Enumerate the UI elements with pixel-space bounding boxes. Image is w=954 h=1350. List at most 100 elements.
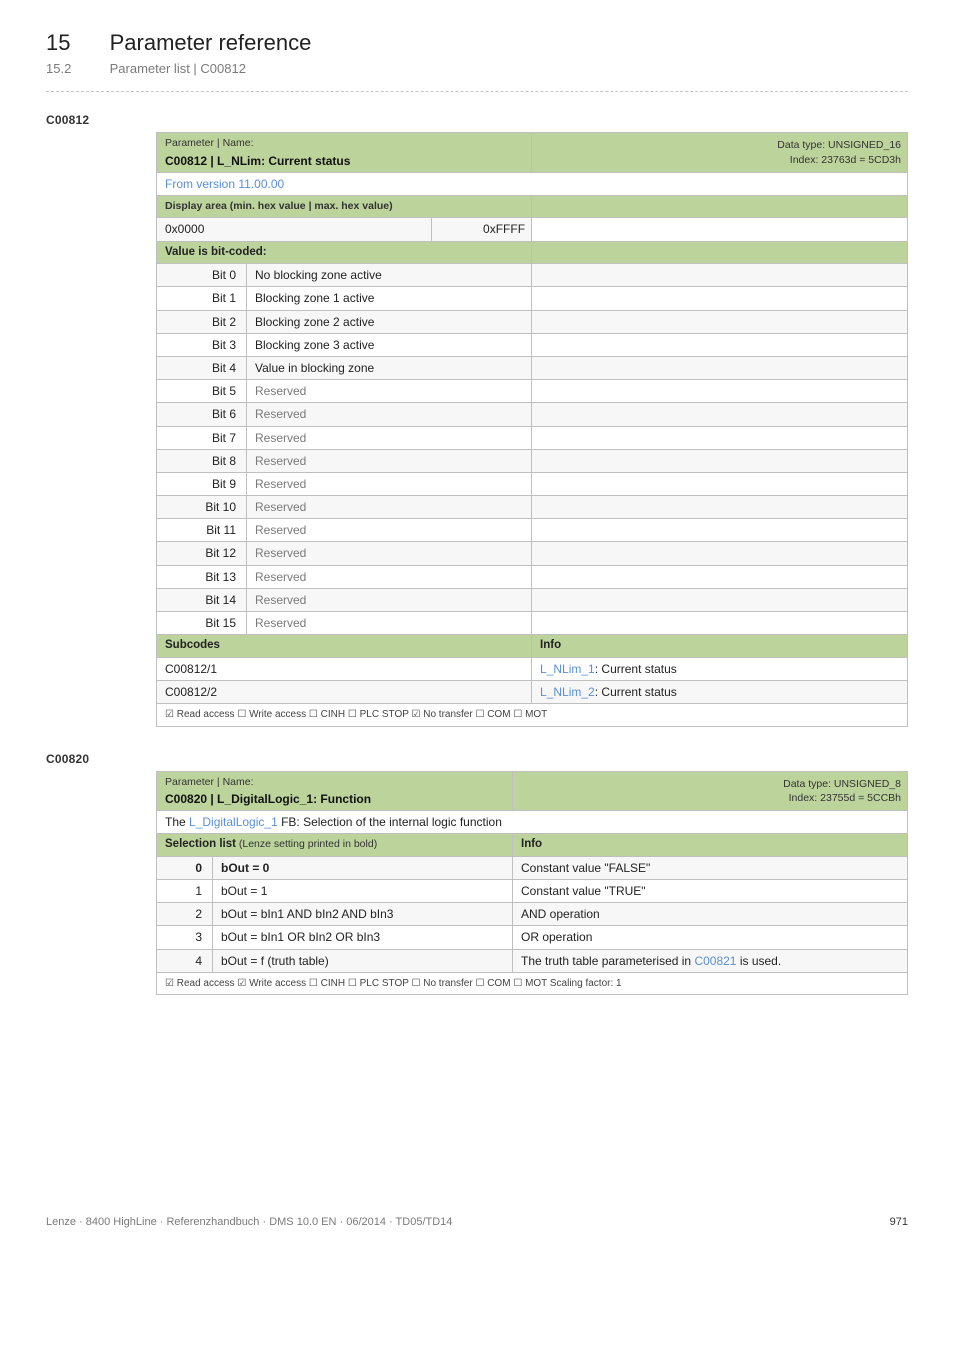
selection-info-text: Constant value "TRUE" [521, 884, 646, 898]
bit-empty [532, 356, 908, 379]
param-name-value: C00812 | L_NLim: Current status [165, 153, 525, 169]
chapter-title: Parameter reference [110, 30, 312, 55]
subcode-info: L_NLim_1: Current status [532, 657, 908, 680]
bit-empty [532, 588, 908, 611]
bit-empty [532, 287, 908, 310]
bit-empty [532, 264, 908, 287]
parameter-table-c00812: Parameter | Name: C00812 | L_NLim: Curre… [156, 132, 908, 726]
bit-empty [532, 426, 908, 449]
selection-info: Constant value "FALSE" [513, 856, 908, 879]
param-index: Index: 23755d = 5CCBh [521, 791, 901, 805]
selection-info-text: AND operation [521, 907, 600, 921]
bit-empty [532, 403, 908, 426]
footer-page: 971 [890, 1215, 908, 1230]
bit-number: Bit 6 [157, 403, 247, 426]
section-number: 15.2 [46, 60, 106, 78]
intro-post: FB: Selection of the internal logic func… [278, 815, 502, 829]
display-area-text: Display area (min. hex value | max. hex … [165, 200, 393, 212]
selection-number: 3 [157, 926, 213, 949]
selection-number: 1 [157, 880, 213, 903]
bit-number: Bit 13 [157, 565, 247, 588]
bit-number: Bit 3 [157, 333, 247, 356]
display-max: 0xFFFF [432, 218, 532, 241]
param-name-label: Parameter | Name: [165, 775, 506, 789]
chapter-number: 15 [46, 28, 106, 58]
bit-description: Blocking zone 1 active [247, 287, 532, 310]
display-min: 0x0000 [157, 218, 432, 241]
subcode-text: : Current status [595, 685, 677, 699]
bit-empty [532, 542, 908, 565]
subcode-link[interactable]: L_NLim_2 [540, 685, 595, 699]
bit-description: Value in blocking zone [247, 356, 532, 379]
chapter-heading: 15 Parameter reference [46, 28, 908, 58]
intro-pre: The [165, 815, 189, 829]
section-heading: 15.2 Parameter list | C00812 [46, 60, 908, 78]
access-checks: ☑ Read access ☑ Write access ☐ CINH ☐ PL… [157, 972, 908, 995]
access-checks: ☑ Read access ☐ Write access ☐ CINH ☐ PL… [157, 704, 908, 727]
selection-option: bOut = f (truth table) [213, 949, 513, 972]
bit-description: Blocking zone 2 active [247, 310, 532, 333]
selection-info-text: The truth table parameterised in [521, 954, 694, 968]
bit-empty [532, 612, 908, 635]
bit-empty [532, 380, 908, 403]
bitcoded-empty [532, 241, 908, 264]
bit-empty [532, 496, 908, 519]
bit-number: Bit 5 [157, 380, 247, 403]
bit-description: Reserved [247, 403, 532, 426]
display-area-label: Display area (min. hex value | max. hex … [157, 195, 532, 218]
subcode-text: : Current status [595, 662, 677, 676]
bit-number: Bit 0 [157, 264, 247, 287]
selection-info-text: Constant value "FALSE" [521, 861, 650, 875]
subcodes-label: Subcodes [157, 635, 532, 658]
selection-info-link[interactable]: C00821 [694, 954, 736, 968]
bit-description: Reserved [247, 380, 532, 403]
parameter-table-c00820: Parameter | Name: C00820 | L_DigitalLogi… [156, 771, 908, 996]
bit-number: Bit 2 [157, 310, 247, 333]
subcode-link[interactable]: L_NLim_1 [540, 662, 595, 676]
bit-number: Bit 4 [157, 356, 247, 379]
bit-description: Blocking zone 3 active [247, 333, 532, 356]
bit-empty [532, 519, 908, 542]
subcode: C00812/2 [157, 680, 532, 703]
bit-description: Reserved [247, 472, 532, 495]
param-name-value: C00820 | L_DigitalLogic_1: Function [165, 791, 506, 807]
selection-option: bOut = bIn1 OR bIn2 OR bIn3 [213, 926, 513, 949]
version-link[interactable]: From version 11.00.00 [165, 177, 284, 191]
selection-info: AND operation [513, 903, 908, 926]
bit-number: Bit 7 [157, 426, 247, 449]
subcode-info: L_NLim_2: Current status [532, 680, 908, 703]
bit-number: Bit 15 [157, 612, 247, 635]
param-index-cell: Data type: UNSIGNED_16 Index: 23763d = 5… [532, 133, 908, 172]
version-row: From version 11.00.00 [157, 172, 908, 195]
bit-number: Bit 1 [157, 287, 247, 310]
bit-description: Reserved [247, 426, 532, 449]
selection-option: bOut = 0 [213, 856, 513, 879]
param-index-cell: Data type: UNSIGNED_8 Index: 23755d = 5C… [513, 771, 908, 810]
bit-empty [532, 449, 908, 472]
intro-link[interactable]: L_DigitalLogic_1 [189, 815, 278, 829]
bit-description: Reserved [247, 449, 532, 472]
bit-description: Reserved [247, 612, 532, 635]
selection-list-label: Selection list (Lenze setting printed in… [157, 834, 513, 857]
footer: Lenze · 8400 HighLine · Referenzhandbuch… [46, 1215, 908, 1230]
selection-info-text2: is used. [736, 954, 781, 968]
selection-number: 4 [157, 949, 213, 972]
bit-number: Bit 14 [157, 588, 247, 611]
section-title: Parameter list | C00812 [110, 61, 246, 76]
bit-description: Reserved [247, 519, 532, 542]
selection-info: The truth table parameterised in C00821 … [513, 949, 908, 972]
selection-number: 2 [157, 903, 213, 926]
bit-number: Bit 8 [157, 449, 247, 472]
param-datatype: Data type: UNSIGNED_16 [540, 138, 901, 152]
display-empty [532, 218, 908, 241]
selection-number: 0 [157, 856, 213, 879]
param-datatype: Data type: UNSIGNED_8 [521, 777, 901, 791]
divider [46, 91, 908, 92]
param-name-label: Parameter | Name: [165, 136, 525, 150]
subcode: C00812/1 [157, 657, 532, 680]
param-code-heading: C00820 [46, 751, 908, 767]
bit-description: Reserved [247, 565, 532, 588]
bit-description: No blocking zone active [247, 264, 532, 287]
bit-empty [532, 472, 908, 495]
info-label: Info [513, 834, 908, 857]
